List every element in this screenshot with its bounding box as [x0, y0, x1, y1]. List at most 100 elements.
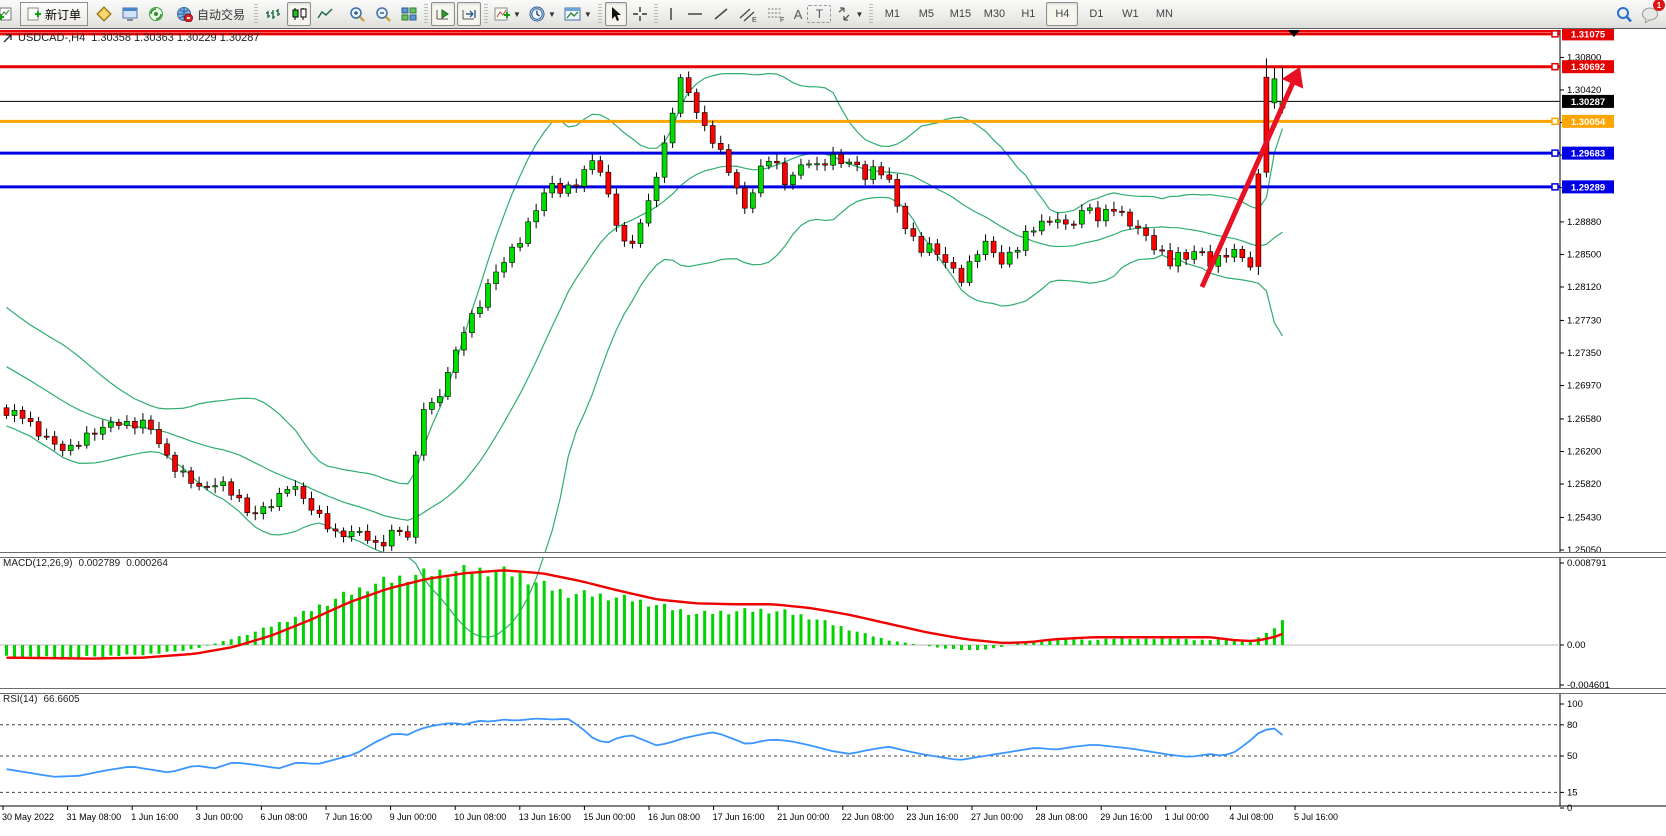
macd-indicator-label: MACD(12,26,9) 0.002789 0.000264 [3, 558, 168, 569]
autotrade-button[interactable]: 自动交易 [170, 2, 251, 26]
clock-icon [529, 6, 546, 23]
svg-text:13 Jun 16:00: 13 Jun 16:00 [519, 812, 571, 822]
svg-text:6 Jun 08:00: 6 Jun 08:00 [260, 812, 307, 822]
periods-menu-button[interactable]: ▼ [526, 2, 559, 26]
text-tool-icon[interactable]: A [791, 2, 806, 26]
macd-name: MACD(12,26,9) [3, 558, 72, 569]
chart-shift-icon[interactable] [457, 2, 481, 26]
new-order-button[interactable]: 新订单 [20, 2, 88, 26]
panel-splitter-rsi[interactable] [0, 688, 1666, 694]
autotrade-icon [176, 6, 193, 22]
svg-text:1.25820: 1.25820 [1567, 479, 1601, 490]
cursor-tool-icon[interactable] [605, 2, 627, 26]
equidistant-channel-tool-icon[interactable]: E [735, 2, 761, 26]
svg-text:1.27730: 1.27730 [1567, 315, 1601, 326]
new-order-label: 新订单 [45, 6, 81, 23]
new-order-icon [27, 7, 41, 21]
timeframe-h4[interactable]: H4 [1046, 2, 1078, 26]
zoom-out-icon[interactable] [371, 2, 395, 26]
svg-text:15 Jun 00:00: 15 Jun 00:00 [583, 812, 635, 822]
svg-text:1.28880: 1.28880 [1567, 217, 1601, 228]
svg-text:17 Jun 16:00: 17 Jun 16:00 [713, 812, 765, 822]
svg-text:4 Jul 08:00: 4 Jul 08:00 [1229, 812, 1273, 822]
autotrade-label: 自动交易 [197, 6, 245, 23]
timeframe-m1[interactable]: M1 [876, 2, 908, 26]
timeframe-m5[interactable]: M5 [910, 2, 942, 26]
notifications-button[interactable]: 1 [1638, 2, 1662, 26]
mt4-terminal: { "toolbar": { "new_order": "新订单", "auto… [0, 0, 1666, 836]
timeframe-group: M1M5M15M30H1H4D1W1MN [875, 2, 1181, 26]
candlestick-mode-icon[interactable] [287, 2, 311, 26]
symbol-cursor-icon [3, 34, 12, 43]
bar-chart-mode-icon[interactable] [261, 2, 285, 26]
line-chart-mode-icon[interactable] [313, 2, 337, 26]
svg-text:10 Jun 08:00: 10 Jun 08:00 [454, 812, 506, 822]
vertical-line-tool-icon[interactable] [661, 2, 681, 26]
svg-text:1.25430: 1.25430 [1567, 512, 1601, 523]
notification-badge: 1 [1653, 0, 1665, 11]
svg-text:1.26200: 1.26200 [1567, 446, 1601, 457]
svg-text:100: 100 [1567, 699, 1583, 710]
toolbar-grip [254, 4, 258, 24]
svg-text:0.008791: 0.008791 [1567, 558, 1607, 569]
template-icon [564, 6, 582, 22]
svg-text:1.28500: 1.28500 [1567, 249, 1601, 260]
svg-text:3 Jun 00:00: 3 Jun 00:00 [196, 812, 243, 822]
chevron-down-icon: ▼ [513, 10, 521, 19]
toolbar-grip [598, 4, 602, 24]
crosshair-tool-icon[interactable] [629, 2, 651, 26]
svg-text:50: 50 [1567, 751, 1578, 762]
svg-text:1.30287: 1.30287 [1571, 97, 1605, 108]
market-watch-icon[interactable] [92, 2, 116, 26]
toolbar-grip [869, 4, 873, 24]
auto-scroll-icon[interactable] [431, 2, 455, 26]
svg-text:30 May 2022: 30 May 2022 [2, 812, 54, 822]
timeframe-mn[interactable]: MN [1148, 2, 1180, 26]
fibonacci-tool-icon[interactable]: F [763, 2, 789, 26]
svg-text:31 May 08:00: 31 May 08:00 [67, 812, 122, 822]
rsi-value: 66.6605 [43, 694, 79, 705]
svg-text:1.30692: 1.30692 [1571, 62, 1605, 73]
timeframe-d1[interactable]: D1 [1080, 2, 1112, 26]
svg-text:16 Jun 08:00: 16 Jun 08:00 [648, 812, 700, 822]
chart-canvas[interactable]: 1.308001.304201.300401.296601.292801.288… [0, 0, 1666, 836]
toolbar-grip [654, 4, 658, 24]
svg-text:E: E [752, 17, 757, 23]
label-tool-glyph: T [816, 7, 823, 21]
toolbar-grip [424, 4, 428, 24]
svg-text:1.26970: 1.26970 [1567, 381, 1601, 392]
search-icon [1615, 6, 1633, 23]
tile-windows-icon[interactable] [397, 2, 421, 26]
chevron-down-icon: ▼ [548, 10, 556, 19]
timeframe-m15[interactable]: M15 [944, 2, 976, 26]
timeframe-m30[interactable]: M30 [978, 2, 1010, 26]
arrows-tool-button[interactable]: ▼ [833, 2, 866, 26]
toolbar-grip [484, 4, 488, 24]
svg-text:1 Jul 00:00: 1 Jul 00:00 [1165, 812, 1209, 822]
templates-menu-button[interactable]: ▼ [561, 2, 595, 26]
navigator-icon[interactable] [144, 2, 168, 26]
trendline-tool-icon[interactable] [709, 2, 733, 26]
horizontal-line-tool-icon[interactable] [683, 2, 707, 26]
macd-main-value: 0.002789 [78, 558, 120, 569]
chevron-down-icon: ▼ [584, 10, 592, 19]
arrows-icon [836, 6, 853, 22]
panel-splitter-macd[interactable] [0, 552, 1666, 558]
data-window-icon[interactable] [118, 2, 142, 26]
svg-text:F: F [780, 17, 784, 23]
zoom-in-icon[interactable] [345, 2, 369, 26]
rsi-indicator-label: RSI(14)66.6605 [3, 694, 80, 705]
svg-text:1.30054: 1.30054 [1571, 117, 1606, 128]
new-chart-icon[interactable] [0, 2, 16, 26]
search-button[interactable] [1612, 2, 1636, 26]
svg-text:27 Jun 00:00: 27 Jun 00:00 [971, 812, 1023, 822]
timeframe-w1[interactable]: W1 [1114, 2, 1146, 26]
svg-text:0.00: 0.00 [1567, 640, 1586, 651]
indicators-menu-button[interactable]: ▼ [491, 2, 524, 26]
timeframe-h1[interactable]: H1 [1012, 2, 1044, 26]
svg-text:7 Jun 16:00: 7 Jun 16:00 [325, 812, 372, 822]
macd-signal-value: 0.000264 [126, 558, 168, 569]
svg-text:1.26580: 1.26580 [1567, 414, 1601, 425]
svg-text:28 Jun 08:00: 28 Jun 08:00 [1036, 812, 1088, 822]
text-label-tool-icon[interactable]: T [807, 5, 831, 23]
